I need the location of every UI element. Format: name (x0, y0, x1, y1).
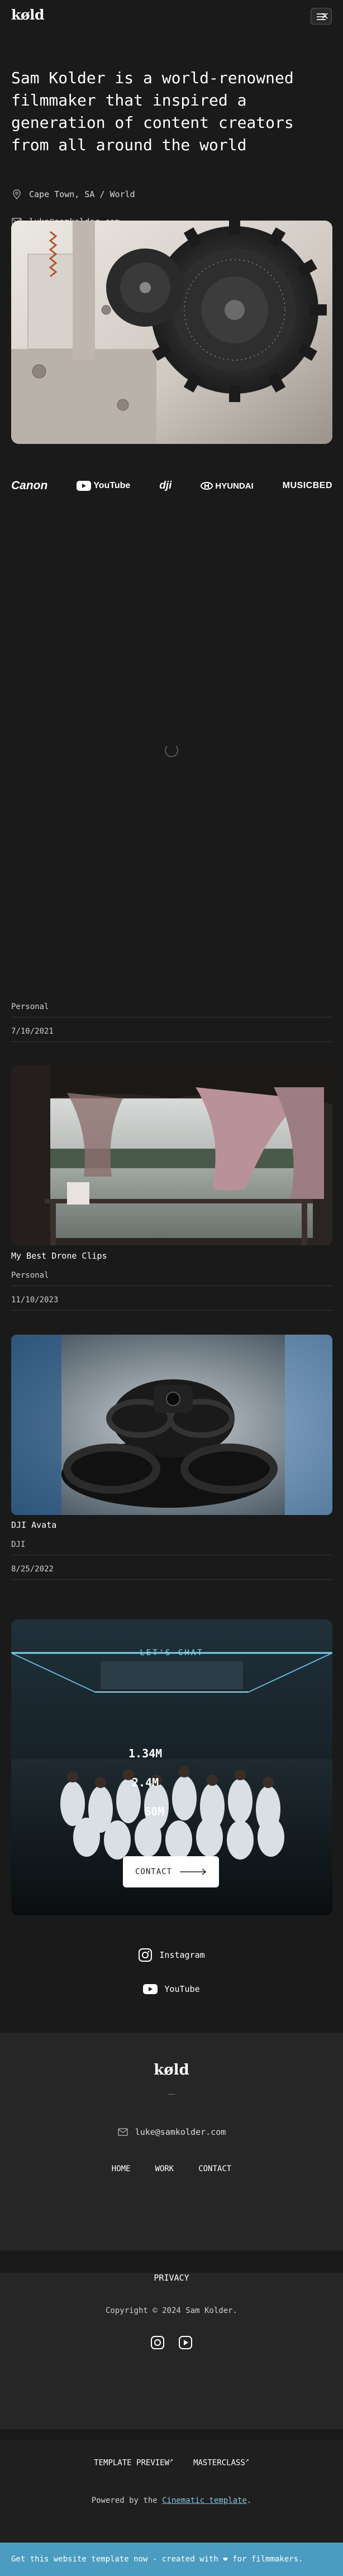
template-links: TEMPLATE PREVIEW↗ MASTERCLASS↗ (0, 2456, 343, 2468)
project-1-category: Personal (11, 1002, 332, 1017)
youtube-label: YouTube (164, 1984, 200, 1994)
footer-email-link[interactable]: luke@samkolder.com (0, 2126, 343, 2138)
powered-prefix: Powered by the (91, 2496, 158, 2505)
promo-banner-text[interactable]: Get this website template now - created … (11, 2555, 303, 2564)
copyright-text: Copyright © 2024 Sam Kolder. (105, 2306, 237, 2315)
powered-by: Powered by the Cinematic template. (0, 2496, 343, 2505)
masterclass-link[interactable]: MASTERCLASS↗ (193, 2456, 249, 2468)
instagram-link[interactable]: Instagram (0, 1948, 343, 1962)
arrow-right-icon (180, 1868, 207, 1875)
drone-clips-image (11, 1065, 332, 1245)
brand-musicbed-label: MUSICBED (282, 481, 332, 490)
chat-stat-2: 2.4M (132, 1776, 159, 1789)
dji-avata-image (11, 1335, 332, 1515)
cinematic-template-link[interactable]: Cinematic template (162, 2496, 247, 2505)
project-2-thumbnail[interactable] (11, 1065, 332, 1245)
youtube-icon (143, 1984, 158, 1994)
loading-spinner (165, 744, 178, 757)
footer-nav-contact[interactable]: CONTACT (198, 2164, 231, 2173)
project-3-thumbnail[interactable] (11, 1335, 332, 1515)
project-2-date: 11/10/2023 (11, 1296, 332, 1311)
brand-dji: dji (159, 480, 172, 492)
brand-canon: Canon (11, 479, 47, 493)
chat-stat-1: 1.34M (128, 1747, 163, 1760)
site-header: køld (0, 0, 343, 31)
brand-dji-label: dji (159, 480, 172, 491)
lets-chat-card: LET'S CHAT 1.34M 2.4M 60M CONTACT (11, 1619, 332, 1915)
location-text: Cape Town, SA / World (29, 189, 135, 199)
instagram-icon[interactable] (150, 2335, 165, 2350)
footer-social-icons (0, 2335, 343, 2350)
masterclass-label: MASTERCLASS (193, 2458, 245, 2468)
project-3-date: 8/25/2022 (11, 1565, 332, 1580)
brand-hyundai: HYUNDAI (201, 481, 254, 491)
brand-hyundai-label: HYUNDAI (215, 481, 254, 491)
powered-suffix: . (246, 2496, 252, 2505)
project-3-title[interactable]: DJI Avata (11, 1520, 56, 1530)
footer: køld luke@samkolder.com HOME WORK CONTAC… (0, 2033, 343, 2250)
footer-nav: HOME WORK CONTACT (0, 2164, 343, 2173)
footer-nav-home[interactable]: HOME (112, 2164, 131, 2173)
footer-legal: PRIVACY Copyright © 2024 Sam Kolder. (0, 2273, 343, 2429)
project-2-title[interactable]: My Best Drone Clips (11, 1251, 107, 1261)
footer-nav-work[interactable]: WORK (155, 2164, 174, 2173)
hero-headline: Sam Kolder is a world-renowned filmmaker… (11, 69, 294, 154)
footer-divider (168, 2094, 175, 2095)
footer-template-info: TEMPLATE PREVIEW↗ MASTERCLASS↗ Powered b… (0, 2440, 343, 2541)
external-link-icon: ↗ (245, 2456, 249, 2464)
site-logo[interactable]: køld (11, 7, 44, 23)
footer-logo[interactable]: køld (0, 2062, 343, 2078)
brand-canon-label: Canon (11, 479, 48, 492)
project-2-category: Personal (11, 1271, 332, 1286)
brand-musicbed: MUSICBED (283, 481, 332, 491)
hero-image (11, 221, 332, 444)
brand-youtube-label: YouTube (93, 481, 131, 490)
instagram-icon (139, 1948, 153, 1962)
close-icon[interactable]: × (321, 10, 329, 22)
footer-email-text: luke@samkolder.com (135, 2127, 226, 2137)
external-link-icon: ↗ (169, 2456, 174, 2464)
lets-chat-label: LET'S CHAT (140, 1648, 204, 1657)
project-1-date: 7/10/2021 (11, 1027, 332, 1042)
contact-button-label: CONTACT (135, 1867, 172, 1876)
location-pin-icon (13, 189, 21, 199)
hyundai-icon (201, 482, 213, 490)
instagram-label: Instagram (159, 1950, 205, 1960)
template-preview-link[interactable]: TEMPLATE PREVIEW↗ (94, 2456, 173, 2468)
youtube-icon (77, 481, 92, 491)
mail-icon (118, 2128, 128, 2136)
promo-banner[interactable]: Get this website template now - created … (0, 2542, 343, 2576)
brand-youtube: YouTube (77, 481, 130, 491)
privacy-link[interactable]: PRIVACY (0, 2273, 343, 2283)
template-preview-label: TEMPLATE PREVIEW (94, 2458, 170, 2468)
gears-illustration (11, 221, 332, 444)
chat-stat-3: 60M (144, 1805, 165, 1818)
project-3-category: DJI (11, 1540, 332, 1555)
brand-logos: Canon YouTube dji HYUNDAI MUSICBED (11, 477, 332, 494)
youtube-icon[interactable] (178, 2335, 193, 2350)
location-row: Cape Town, SA / World (11, 188, 135, 201)
contact-button[interactable]: CONTACT (123, 1856, 219, 1887)
youtube-link[interactable]: YouTube (0, 1984, 343, 1994)
